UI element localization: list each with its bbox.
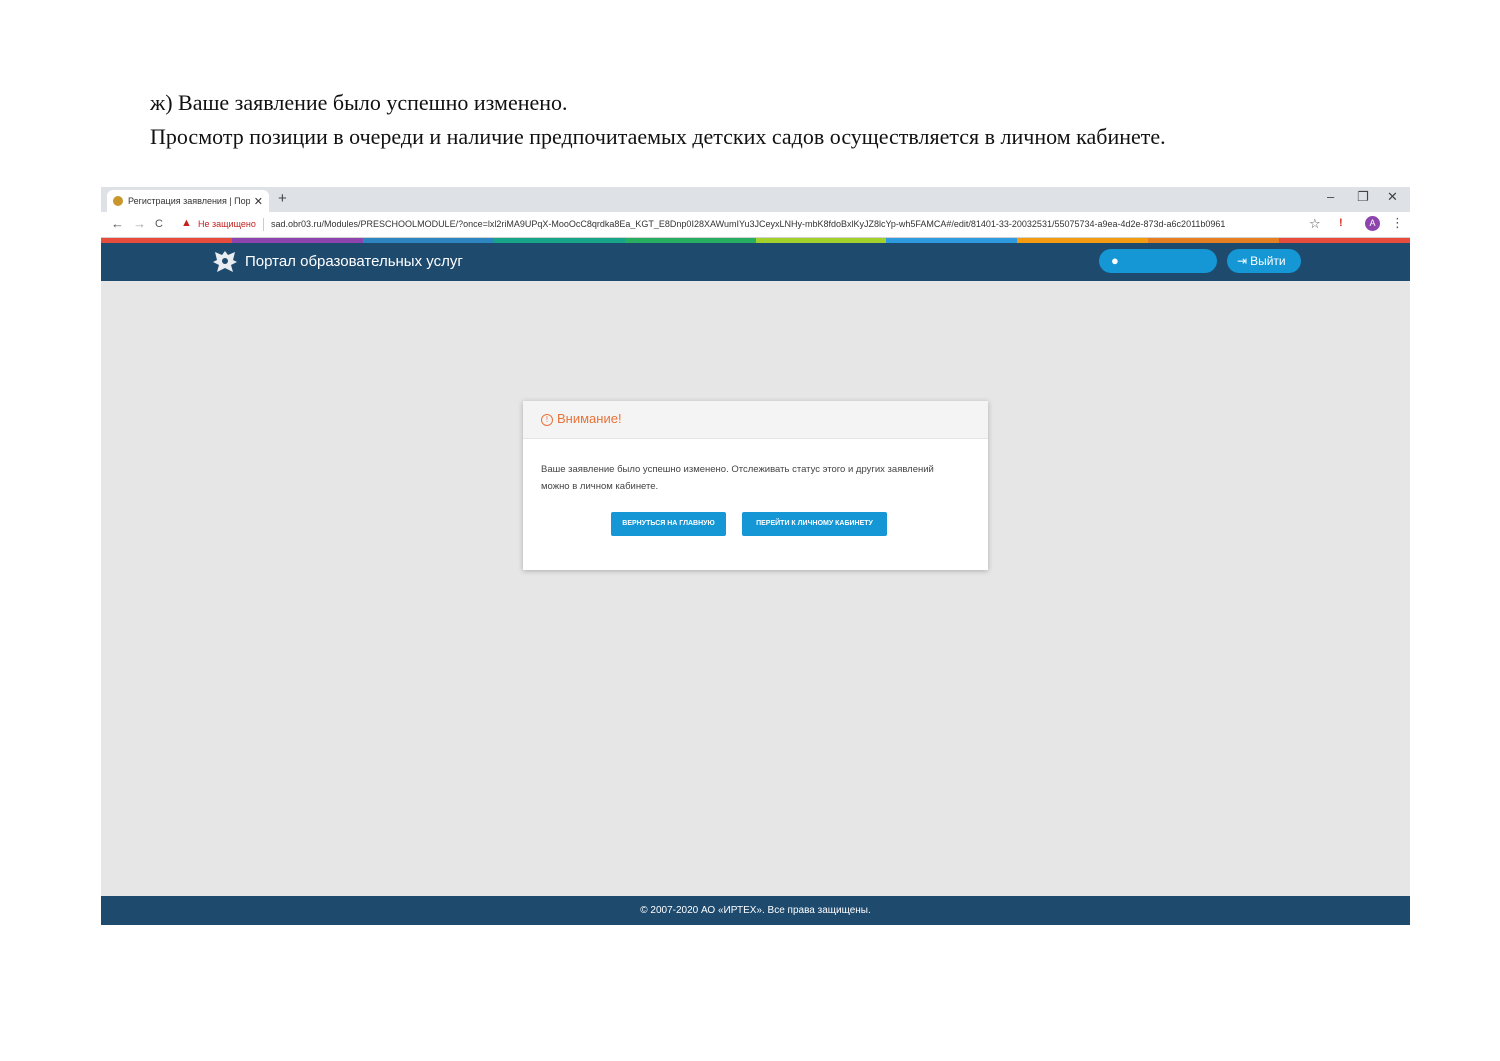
- back-icon[interactable]: ←: [111, 216, 124, 231]
- tab-close-icon[interactable]: ✕: [254, 195, 263, 208]
- browser-screenshot: Регистрация заявления | Порта ✕ + – ❐ ✕ …: [101, 187, 1410, 925]
- address-bar-row: ← → C ▲ Не защищено sad.obr03.ru/Modules…: [101, 212, 1410, 238]
- menu-dots-icon[interactable]: ⋮: [1391, 215, 1404, 231]
- tab-strip: Регистрация заявления | Порта ✕ + – ❐ ✕: [101, 187, 1410, 212]
- site-header: Портал образовательных услуг ● ⇥ Выйти: [101, 243, 1410, 281]
- restore-icon[interactable]: ❐: [1357, 189, 1369, 205]
- dialog-header: ! Внимание!: [523, 401, 988, 439]
- return-home-button[interactable]: ВЕРНУТЬСЯ НА ГЛАВНУЮ: [611, 512, 726, 536]
- new-tab-button[interactable]: +: [278, 190, 287, 207]
- user-profile-button[interactable]: ●: [1099, 249, 1217, 273]
- extension-icon[interactable]: !: [1339, 217, 1343, 229]
- warning-triangle-icon: ▲: [181, 217, 192, 229]
- dialog-title: ! Внимание!: [541, 411, 622, 426]
- tab-title: Регистрация заявления | Порта: [128, 196, 250, 206]
- document-line-1: ж) Ваше заявление было успешно изменено.: [150, 90, 568, 115]
- attention-dialog: ! Внимание! Ваше заявление было успешно и…: [523, 401, 988, 570]
- site-title[interactable]: Портал образовательных услуг: [245, 253, 463, 270]
- reload-icon[interactable]: C: [155, 218, 163, 230]
- forward-icon[interactable]: →: [133, 216, 146, 231]
- logout-button[interactable]: ⇥ Выйти: [1227, 249, 1301, 273]
- document-line-2: Просмотр позиции в очереди и наличие пре…: [150, 124, 1166, 149]
- logout-label: Выйти: [1250, 254, 1286, 268]
- copyright-text: © 2007-2020 АО «ИРТЕХ». Все права защище…: [640, 905, 871, 916]
- dialog-message: Ваше заявление было успешно изменено. От…: [541, 464, 934, 492]
- close-window-icon[interactable]: ✕: [1387, 189, 1398, 205]
- url-field[interactable]: sad.obr03.ru/Modules/PRESCHOOLMODULE/?on…: [271, 219, 1301, 229]
- bookmark-star-icon[interactable]: ☆: [1309, 216, 1321, 232]
- site-footer: © 2007-2020 АО «ИРТЕХ». Все права защище…: [101, 896, 1410, 925]
- coat-of-arms-icon: [213, 251, 237, 272]
- logout-icon: ⇥: [1237, 254, 1248, 268]
- favicon-icon: [113, 196, 123, 206]
- user-circle-icon: ●: [1111, 253, 1119, 268]
- info-circle-icon: !: [541, 414, 553, 426]
- minimize-icon[interactable]: –: [1327, 189, 1334, 204]
- go-to-cabinet-button[interactable]: ПЕРЕЙТИ К ЛИЧНОМУ КАБИНЕТУ: [742, 512, 887, 536]
- profile-avatar-icon[interactable]: A: [1365, 216, 1380, 231]
- divider: [263, 218, 264, 231]
- dialog-title-text: Внимание!: [557, 411, 622, 426]
- security-warning[interactable]: Не защищено: [198, 219, 256, 229]
- browser-tab[interactable]: Регистрация заявления | Порта ✕: [107, 190, 269, 212]
